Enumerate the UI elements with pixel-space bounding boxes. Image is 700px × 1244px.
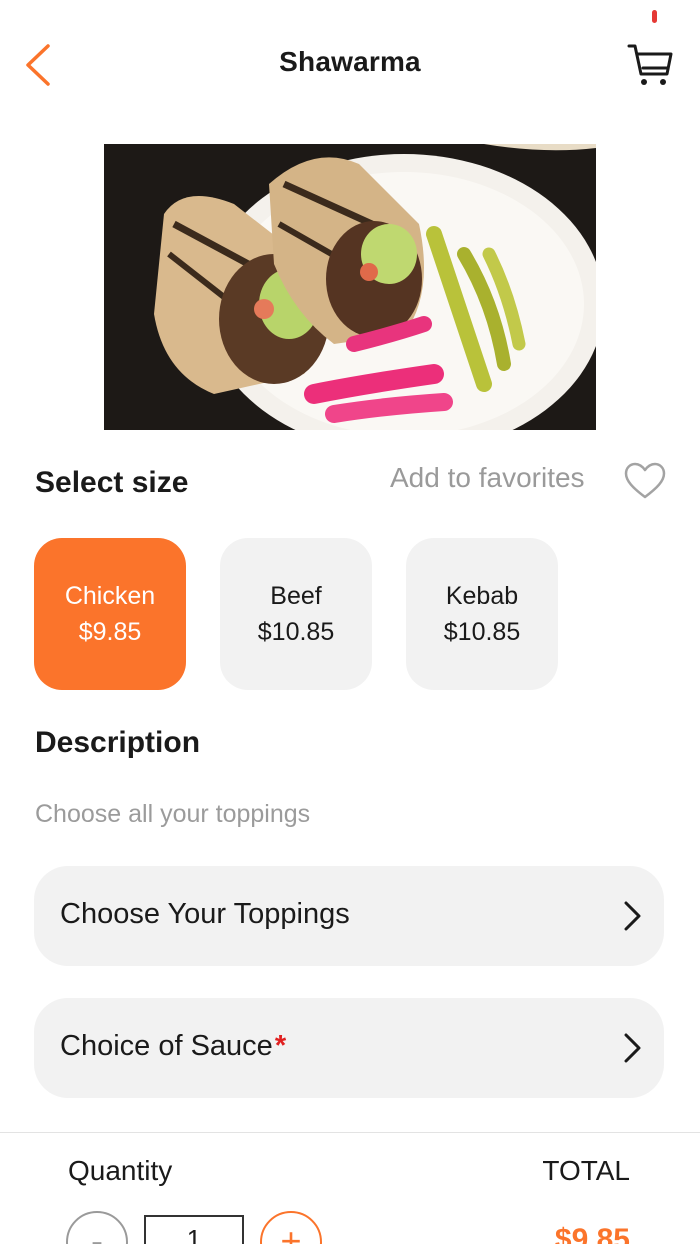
increase-quantity-button[interactable]: + [260, 1211, 322, 1244]
size-option-chicken[interactable]: Chicken $9.85 [34, 538, 186, 690]
size-options: Chicken $9.85 Beef $10.85 Kebab $10.85 [34, 538, 574, 690]
cart-button[interactable] [624, 40, 674, 90]
select-size-title: Select size [35, 466, 189, 499]
quantity-label: Quantity [68, 1155, 173, 1186]
order-bar: Quantity TOTAL - + $9.85 [0, 1132, 700, 1244]
size-option-price: $9.85 [78, 618, 142, 646]
header: Shawarma [0, 0, 700, 120]
size-option-beef[interactable]: Beef $10.85 [220, 538, 372, 690]
option-label: Choice of Sauce* [60, 1030, 286, 1063]
chevron-right-icon [624, 1033, 641, 1063]
heart-outline-icon [624, 462, 666, 499]
product-image [104, 144, 596, 430]
size-option-price: $10.85 [443, 618, 521, 646]
option-label-text: Choice of Sauce [60, 1030, 273, 1062]
size-option-name: Beef [270, 582, 322, 610]
description-text: Choose all your toppings [35, 800, 311, 828]
favorites-label: Add to favorites [390, 462, 585, 493]
choose-toppings-row[interactable]: Choose Your Toppings [34, 866, 664, 966]
product-detail-screen: Shawarma Select size Add to favorites Ch… [0, 0, 700, 1244]
chevron-right-icon [624, 901, 641, 931]
quantity-input[interactable] [144, 1215, 244, 1244]
page-title: Shawarma [279, 46, 421, 77]
required-marker: * [274, 1030, 287, 1062]
choice-of-sauce-row[interactable]: Choice of Sauce* [34, 998, 664, 1098]
decrease-quantity-button[interactable]: - [66, 1211, 128, 1244]
size-option-price: $10.85 [257, 618, 335, 646]
total-label: TOTAL [542, 1155, 630, 1186]
minus-icon: - [91, 1220, 103, 1244]
add-to-favorites-button[interactable]: Add to favorites [390, 458, 670, 506]
option-label: Choose Your Toppings [60, 898, 350, 930]
size-option-name: Chicken [64, 582, 156, 610]
size-option-kebab[interactable]: Kebab $10.85 [406, 538, 558, 690]
cart-icon [627, 44, 673, 85]
total-value: $9.85 [554, 1223, 630, 1244]
description-title: Description [35, 726, 201, 759]
size-option-name: Kebab [445, 582, 519, 610]
shawarma-photo [104, 144, 596, 430]
plus-icon: + [280, 1220, 302, 1244]
